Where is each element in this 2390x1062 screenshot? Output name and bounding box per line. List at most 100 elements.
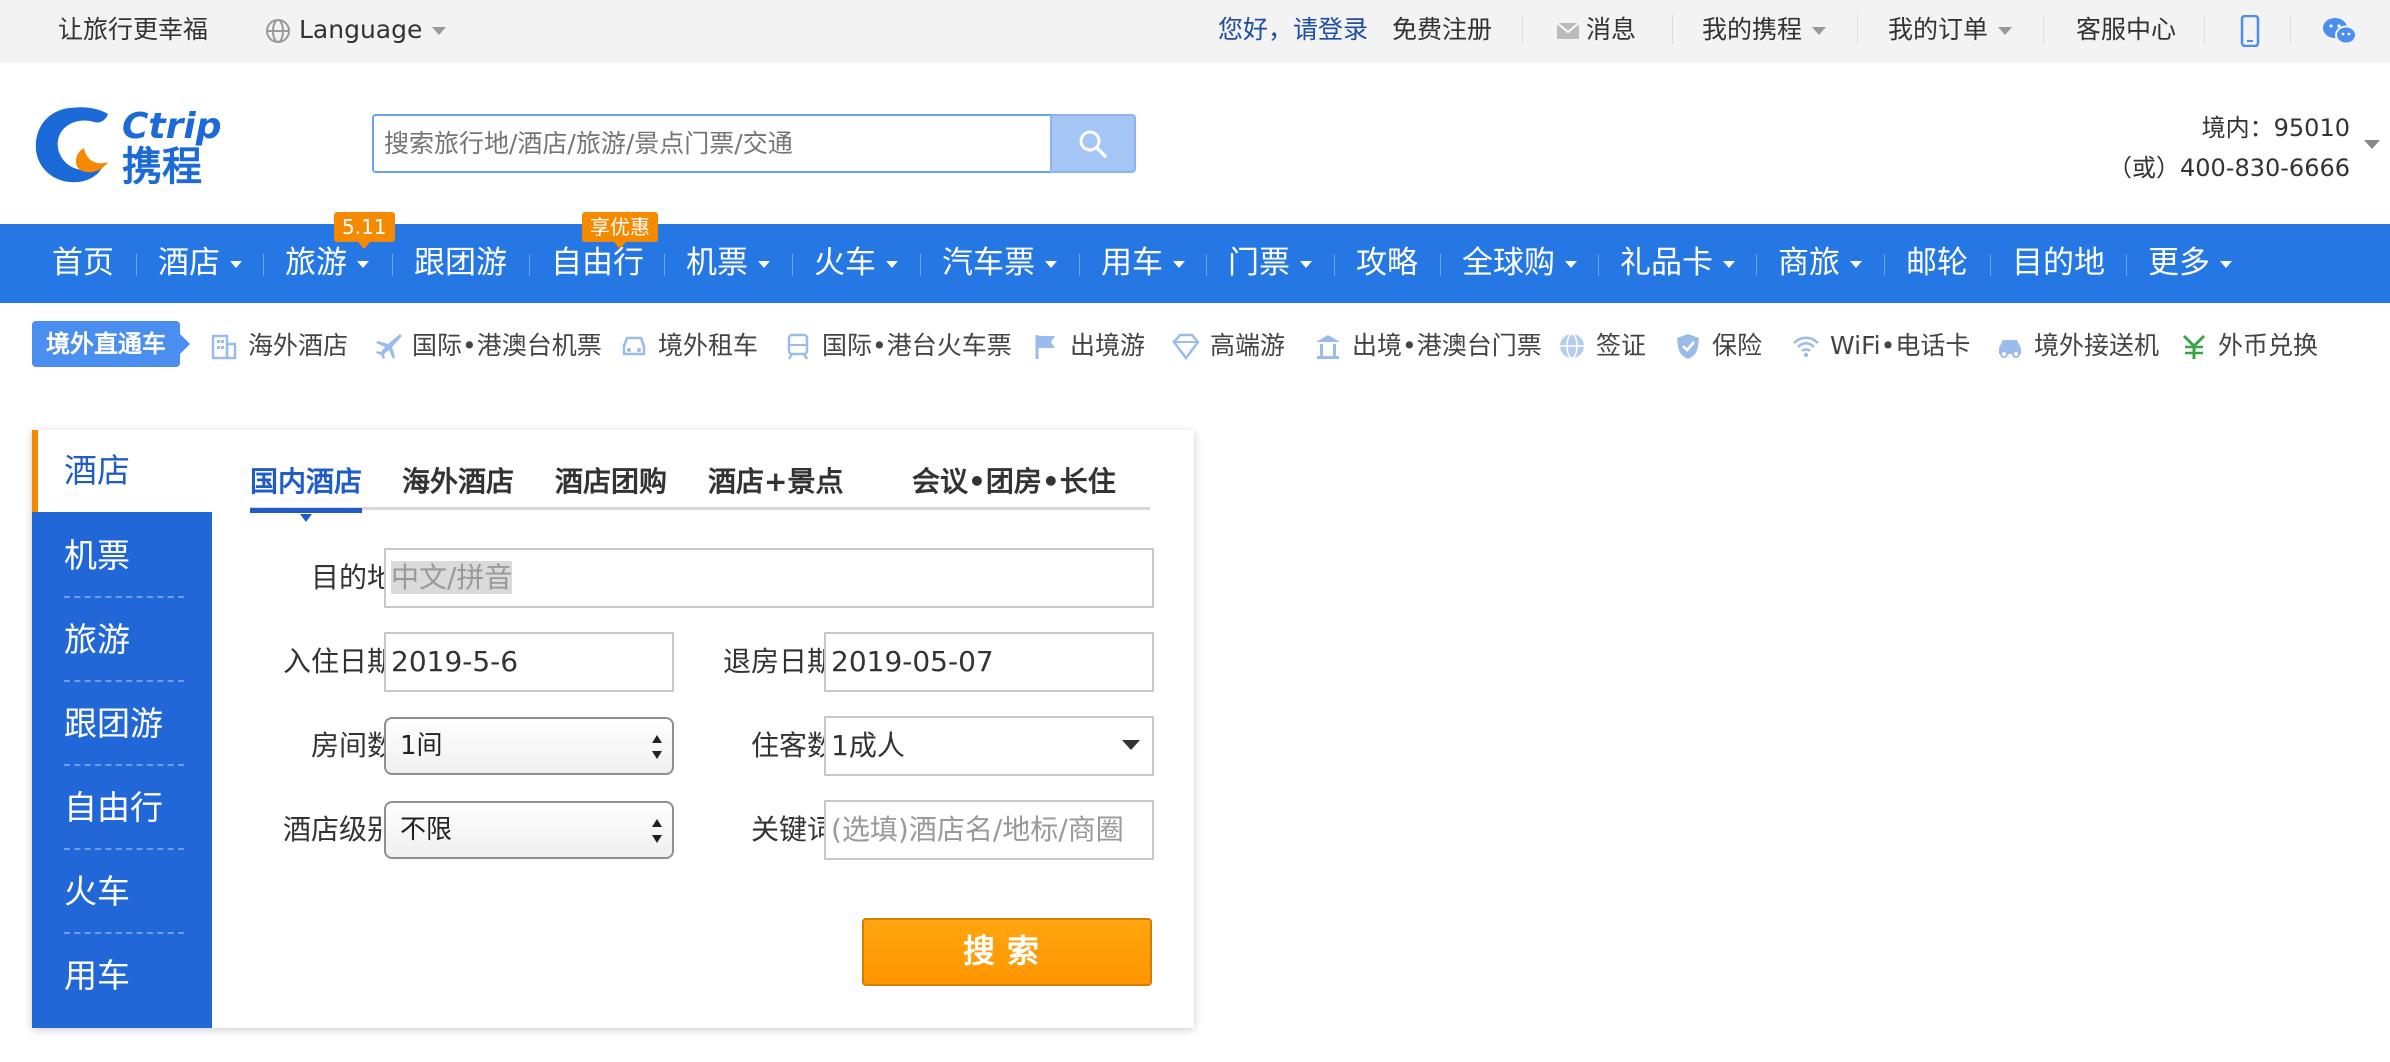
travel-promo-badge: 5.11 (334, 212, 395, 249)
nav-destination[interactable]: 目的地 (2012, 224, 2105, 303)
nav-bus[interactable]: 汽车票 (942, 224, 1057, 303)
nav-gift-card[interactable]: 礼品卡 (1620, 224, 1735, 303)
sidebar-item-free-travel[interactable]: 自由行 (64, 766, 184, 850)
subnav-wifi-sim[interactable]: WiFi•电话卡 (1792, 323, 1970, 369)
category-sidebar: 酒店 机票 旅游 跟团游 自由行 火车 用车 (32, 430, 212, 1028)
nav-tickets[interactable]: 门票 (1228, 224, 1312, 303)
hotel-level-value: 不限 (400, 815, 453, 845)
tab-meeting-group-long-stay[interactable]: 会议•团房•长住 (912, 460, 1116, 508)
rooms-select[interactable]: 1间 (384, 717, 674, 775)
keyword-label: 关键词 (750, 813, 835, 846)
my-ctrip-menu[interactable]: 我的携程 (1702, 0, 1827, 63)
sidebar-item-train[interactable]: 火车 (64, 850, 184, 934)
chevron-down-icon (2220, 261, 2232, 268)
nav-flights[interactable]: 机票 (686, 224, 770, 303)
currency-icon (2182, 334, 2206, 359)
login-link[interactable]: 您好，请登录 (1218, 0, 1368, 63)
divider (1990, 254, 1991, 276)
nav-train-label: 火车 (814, 245, 876, 281)
chevron-down-icon (1173, 261, 1185, 268)
chevron-down-icon (1045, 261, 1057, 268)
guests-dropdown[interactable]: 1成人 (824, 716, 1154, 776)
tab-overseas-hotel[interactable]: 海外酒店 (402, 460, 514, 508)
chevron-down-icon[interactable] (2364, 140, 2380, 149)
destination-input[interactable]: 中文/拼音 (384, 548, 1154, 608)
sidebar-item-car[interactable]: 用车 (64, 934, 184, 1018)
mobile-app-link[interactable] (2240, 0, 2260, 63)
nav-cruise[interactable]: 邮轮 (1906, 224, 1968, 303)
subnav-insurance[interactable]: 保险 (1674, 323, 1762, 369)
hotel-level-select[interactable]: 不限 (384, 801, 674, 859)
nav-flights-label: 机票 (686, 245, 748, 281)
subnav-airport-transfer[interactable]: 境外接送机 (1996, 323, 2159, 369)
ctrip-logo[interactable]: Ctrip 携程 (30, 98, 270, 190)
select-arrows-icon (652, 817, 662, 845)
globe-icon (1560, 333, 1584, 359)
nav-car[interactable]: 用车 (1101, 224, 1185, 303)
hotel-search-button[interactable]: 搜索 (862, 918, 1152, 986)
svg-text:携程: 携程 (122, 144, 202, 188)
nav-more[interactable]: 更多 (2148, 224, 2232, 303)
sidebar-item-travel[interactable]: 旅游 (64, 598, 184, 682)
customer-service-link[interactable]: 客服中心 (2076, 0, 2176, 63)
guests-value: 1成人 (831, 729, 905, 762)
checkin-date-input[interactable]: 2019-5-6 (384, 632, 674, 692)
hotline-domestic: 境内：95010 (2201, 114, 2350, 142)
divider (1672, 14, 1673, 44)
top-bar: 让旅行更幸福 Language 您好，请登录 免费注册 消息 我的携程 我的订单… (0, 0, 2390, 63)
subnav-label: 出境游 (1070, 331, 1146, 360)
divider (2126, 254, 2127, 276)
subnav-intl-flights[interactable]: 国际•港澳台机票 (374, 323, 602, 369)
messages-label: 消息 (1586, 15, 1637, 44)
nav-car-label: 用车 (1101, 245, 1163, 281)
divider (1857, 14, 1858, 44)
keyword-input[interactable]: (选填)酒店名/地标/商圈 (824, 800, 1154, 860)
chevron-down-icon (758, 261, 770, 268)
language-label: Language (299, 15, 423, 44)
subnav-label: 高端游 (1210, 331, 1286, 360)
hotline-alt: （或）400-830-6666 (2107, 154, 2350, 182)
divider (1206, 254, 1207, 276)
subnav-overseas-hotel[interactable]: 海外酒店 (210, 323, 348, 369)
chevron-down-icon (432, 27, 447, 35)
subnav-overseas-car-rental[interactable]: 境外租车 (620, 323, 758, 369)
nav-hotel[interactable]: 酒店 (158, 224, 242, 303)
subnav-luxury-tour[interactable]: 高端游 (1172, 323, 1285, 369)
site-search-input[interactable] (374, 116, 1050, 171)
language-selector[interactable]: Language (265, 0, 447, 63)
divider (664, 254, 665, 276)
subnav-outbound-tour[interactable]: 出境游 (1032, 323, 1145, 369)
nav-hotel-label: 酒店 (158, 245, 220, 281)
tab-hotel-attractions[interactable]: 酒店+景点 (708, 460, 843, 508)
messages-link[interactable]: 消息 (1556, 0, 1636, 63)
nav-guides[interactable]: 攻略 (1356, 224, 1418, 303)
subnav-intl-train[interactable]: 国际•港台火车票 (784, 323, 1012, 369)
wechat-link[interactable] (2322, 0, 2358, 63)
nav-bus-label: 汽车票 (942, 245, 1035, 281)
nav-more-label: 更多 (2148, 245, 2210, 281)
nav-business[interactable]: 商旅 (1778, 224, 1862, 303)
divider (1079, 254, 1080, 276)
my-orders-label: 我的订单 (1888, 15, 1989, 44)
sidebar-item-flights[interactable]: 机票 (64, 514, 184, 598)
register-link[interactable]: 免费注册 (1392, 0, 1492, 63)
tab-hotel-group-buy[interactable]: 酒店团购 (555, 460, 667, 508)
site-search-box[interactable] (372, 114, 1052, 173)
divider (1598, 254, 1599, 276)
checkout-date-input[interactable]: 2019-05-07 (824, 632, 1154, 692)
sidebar-item-group-tour[interactable]: 跟团游 (64, 682, 184, 766)
nav-train[interactable]: 火车 (814, 224, 898, 303)
nav-group-tour[interactable]: 跟团游 (414, 224, 507, 303)
my-orders-menu[interactable]: 我的订单 (1888, 0, 2013, 63)
chevron-down-icon (1300, 261, 1312, 268)
tab-domestic-hotel[interactable]: 国内酒店 (250, 460, 363, 522)
subnav-outbound-tickets[interactable]: 出境•港澳台门票 (1314, 323, 1542, 369)
sidebar-item-hotel[interactable]: 酒店 (32, 430, 212, 512)
chevron-down-icon (230, 261, 242, 268)
nav-home[interactable]: 首页 (52, 224, 114, 303)
subnav-currency-exchange[interactable]: 外币兑换 (2180, 323, 2318, 369)
site-search-button[interactable] (1050, 114, 1136, 173)
nav-tickets-label: 门票 (1228, 245, 1290, 281)
nav-global-shop[interactable]: 全球购 (1462, 224, 1577, 303)
subnav-visa[interactable]: 签证 (1558, 323, 1646, 369)
